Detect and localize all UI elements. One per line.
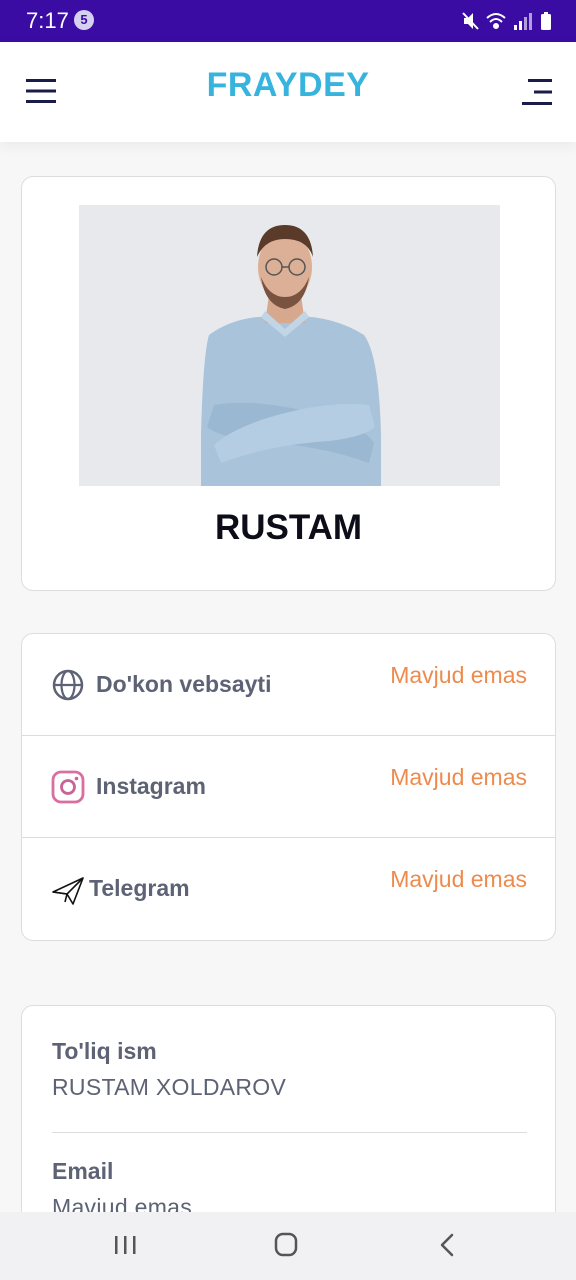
home-icon[interactable] <box>268 1230 304 1260</box>
battery-icon <box>541 12 551 30</box>
notification-badge: 5 <box>74 10 94 30</box>
link-row-telegram[interactable]: Telegram Mavjud emas <box>22 838 555 940</box>
link-row-instagram[interactable]: Instagram Mavjud emas <box>22 736 555 838</box>
status-icons <box>462 12 551 30</box>
link-status-telegram: Mavjud emas <box>390 866 527 892</box>
signal-icon <box>514 13 532 30</box>
system-nav-bar <box>0 1212 576 1280</box>
telegram-icon <box>52 877 84 905</box>
back-icon[interactable] <box>429 1230 465 1260</box>
profile-name: RUSTAM <box>214 508 363 547</box>
link-status-website: Mavjud emas <box>390 662 527 688</box>
link-row-website[interactable]: Do'kon vebsayti Mavjud emas <box>22 634 555 736</box>
profile-photo <box>79 205 500 486</box>
link-label-telegram: Telegram <box>89 875 190 901</box>
profile-card: RUSTAM <box>21 176 556 591</box>
app-header: FRAYDEY <box>0 42 576 142</box>
mute-icon <box>462 12 479 30</box>
link-label-instagram: Instagram <box>96 773 206 799</box>
link-label-website: Do'kon vebsayti <box>96 671 272 697</box>
globe-icon <box>52 669 84 701</box>
links-card: Do'kon vebsayti Mavjud emas Instagram Ma… <box>21 633 556 941</box>
wifi-icon <box>486 13 506 29</box>
status-time: 7:17 <box>26 8 69 33</box>
divider <box>52 1132 527 1133</box>
email-label: Email <box>52 1158 114 1184</box>
instagram-icon <box>51 770 85 804</box>
link-status-instagram: Mavjud emas <box>390 764 527 790</box>
full-name-value: RUSTAM XOLDAROV <box>52 1074 287 1100</box>
recent-apps-icon[interactable] <box>107 1230 143 1260</box>
menu-alt-icon[interactable] <box>522 77 552 107</box>
status-bar: 7:17 5 <box>0 0 576 42</box>
full-name-label: To'liq ism <box>52 1038 157 1064</box>
brand-logo[interactable]: FRAYDEY <box>0 66 576 105</box>
